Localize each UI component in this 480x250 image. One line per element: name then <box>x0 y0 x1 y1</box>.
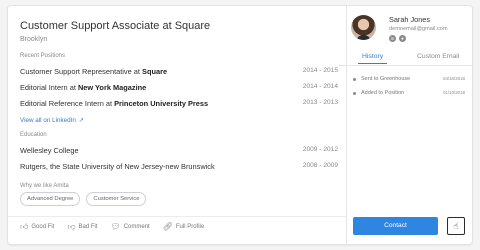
position-title: Editorial Intern at New York Magazine <box>20 83 147 92</box>
school-name: Wellesley College <box>20 146 79 155</box>
comment-icon: 💬︎ <box>110 222 121 231</box>
history-text: Sent to Greenhouse <box>361 76 411 82</box>
thumbs-down-icon: 👎︎ <box>67 222 76 231</box>
tag-customer-service: Customer Service <box>86 192 147 206</box>
full-profile-label: Full Profile <box>175 224 205 230</box>
history-item: Sent to Greenhouse 04/16/2018 <box>351 76 465 84</box>
position-years: 2014 - 2014 <box>302 83 338 90</box>
linkedin-link-label: View all on LinkedIn <box>20 117 76 124</box>
candidate-details: Customer Support Associate at Square Bro… <box>8 6 346 244</box>
history-text: Added to Position <box>361 90 405 96</box>
external-link-icon: ↗ <box>78 118 84 124</box>
tab-custom-email[interactable]: Custom Email <box>417 53 459 60</box>
position-years: 2014 - 2015 <box>302 67 338 74</box>
person-name: Sarah Jones <box>389 15 430 24</box>
linkedin-icon[interactable]: in <box>389 35 396 42</box>
action-bar: 👍︎ Good Fit 👎︎ Bad Fit 💬︎ Comment 🔗︎ Ful… <box>20 223 204 231</box>
full-profile-button[interactable]: 🔗︎ Full Profile <box>163 223 205 231</box>
school-name: Rutgers, the State University of New Jer… <box>20 162 215 171</box>
position-row: Customer Support Representative at Squar… <box>20 67 338 79</box>
bad-fit-button[interactable]: 👎︎ Bad Fit <box>67 223 97 231</box>
avatar <box>351 15 376 40</box>
pointer-hand-button[interactable]: ☝︎ <box>447 217 465 235</box>
panel-divider <box>346 6 347 244</box>
position-title: Customer Support Representative at Squar… <box>20 67 168 76</box>
history-item: Added to Position 01/10/2018 <box>351 90 465 98</box>
link-icon: 🔗︎ <box>162 222 173 231</box>
comment-label: Comment <box>123 224 150 230</box>
person-email[interactable]: demoemail@gmail.com <box>389 26 448 32</box>
location-text: Brooklyn <box>20 36 48 43</box>
page-title: Customer Support Associate at Square <box>20 20 211 32</box>
position-years: 2013 - 2013 <box>302 99 338 106</box>
thumbs-up-icon: 👍︎ <box>20 222 29 231</box>
bullet-icon <box>353 92 356 95</box>
tag-advanced-degree: Advanced Degree <box>20 192 81 206</box>
education-years: 2009 - 2012 <box>302 146 338 153</box>
position-row: Editorial Intern at New York Magazine 20… <box>20 83 338 95</box>
contact-button[interactable]: Contact <box>353 217 438 235</box>
education-row: Wellesley College 2009 - 2012 <box>20 146 338 158</box>
view-linkedin-link[interactable]: View all on LinkedIn ↗ <box>20 117 84 124</box>
recent-positions-label: Recent Positions <box>20 53 66 59</box>
bad-fit-label: Bad Fit <box>78 224 98 230</box>
why-we-like-label: Why we like Amita <box>20 183 69 189</box>
education-row: Rutgers, the State University of New Jer… <box>20 162 338 174</box>
tabs-divider <box>339 65 473 66</box>
good-fit-label: Good Fit <box>31 224 55 230</box>
divider <box>8 216 346 217</box>
history-date: 01/10/2018 <box>443 90 465 95</box>
bullet-icon <box>353 78 356 81</box>
pointer-hand-icon: ☝︎ <box>453 221 459 231</box>
comment-button[interactable]: 💬︎ Comment <box>111 223 150 231</box>
tag-list: Advanced Degree Customer Service <box>20 192 147 206</box>
history-date: 04/16/2018 <box>443 76 465 81</box>
position-row: Editorial Reference Intern at Princeton … <box>20 99 338 111</box>
education-label: Education <box>20 132 47 138</box>
education-years: 2008 - 2009 <box>302 162 338 169</box>
github-icon[interactable]: ● <box>399 35 406 42</box>
good-fit-button[interactable]: 👍︎ Good Fit <box>20 223 54 231</box>
tab-history[interactable]: History <box>357 53 388 64</box>
position-title: Editorial Reference Intern at Princeton … <box>20 99 209 108</box>
